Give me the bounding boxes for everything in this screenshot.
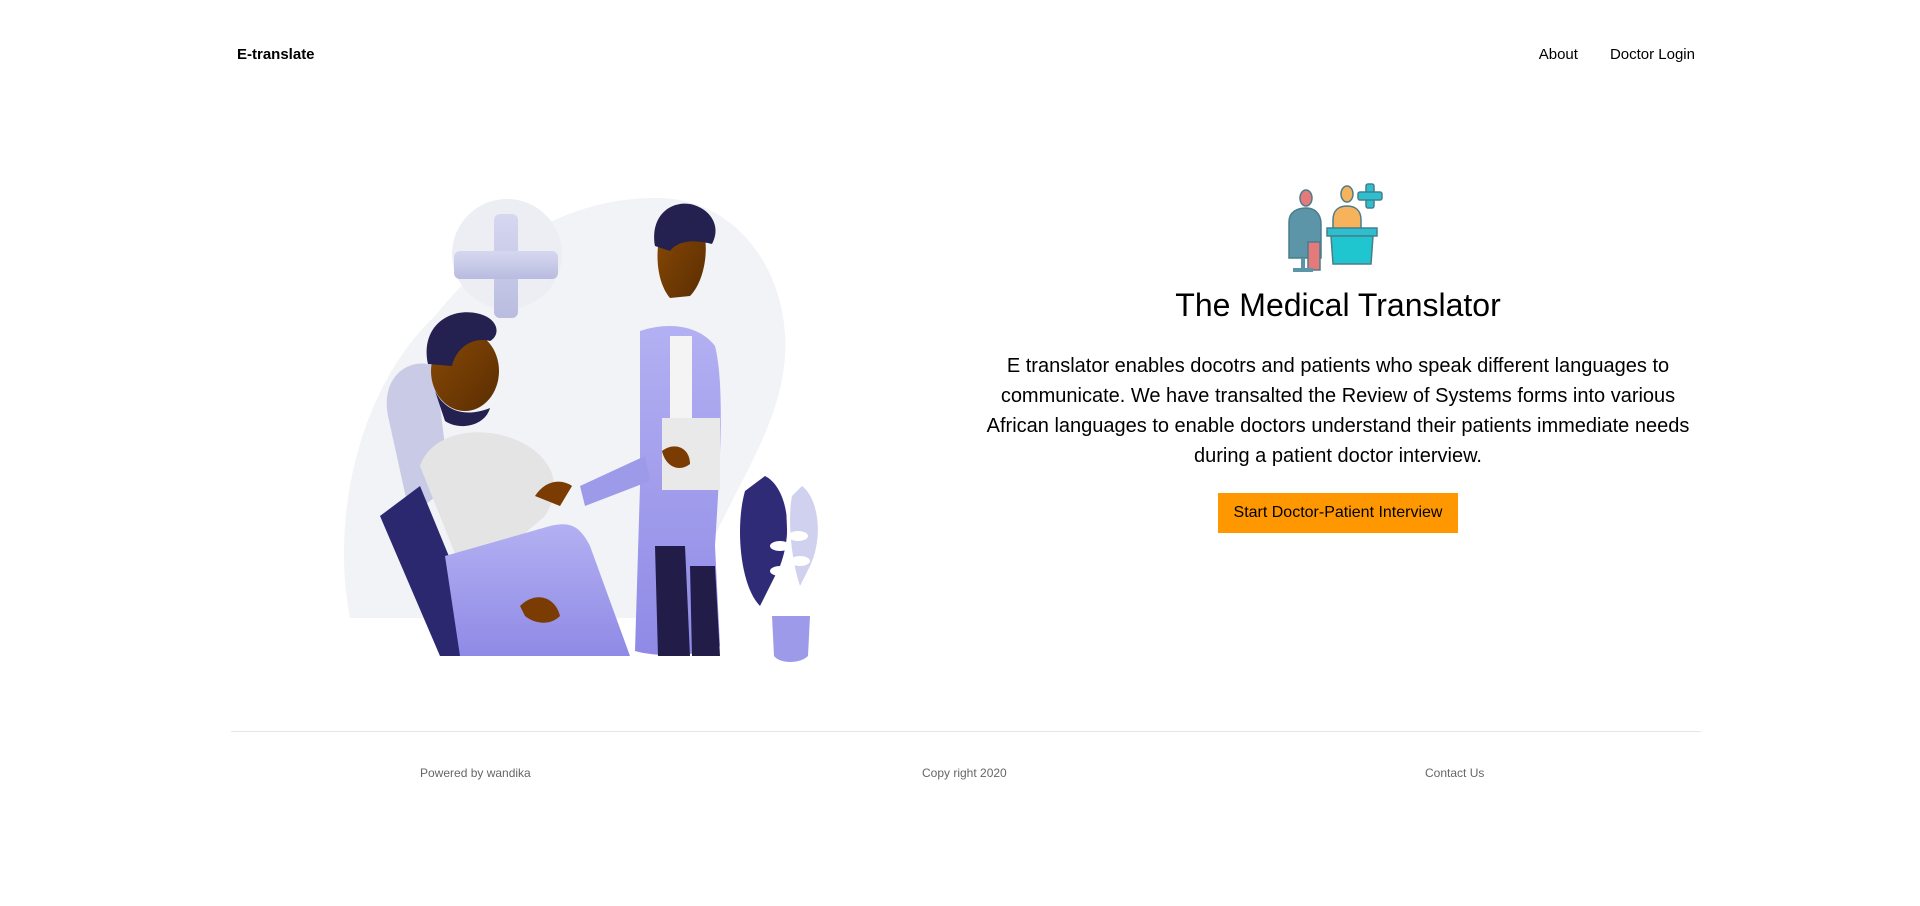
nav-links: About Doctor Login — [1539, 46, 1695, 63]
start-interview-button[interactable]: Start Doctor-Patient Interview — [1217, 493, 1459, 533]
nav-link-doctor-login[interactable]: Doctor Login — [1610, 46, 1695, 63]
footer-divider — [231, 731, 1701, 732]
footer-copyright: Copy right 2020 — [922, 766, 1007, 780]
brand-link[interactable]: E-translate — [237, 46, 315, 63]
hero-description: E translator enables docotrs and patient… — [986, 355, 1690, 467]
hero-section: The Medical Translator E translator enab… — [978, 180, 1698, 533]
doctor-patient-illustration — [340, 186, 850, 664]
footer-powered-by: Powered by wandika — [420, 766, 531, 780]
footer: Powered by wandika Copy right 2020 Conta… — [231, 766, 1701, 786]
page-title: The Medical Translator — [1175, 287, 1501, 323]
doctor-patient-consultation-icon — [1283, 180, 1393, 274]
nav-link-about[interactable]: About — [1539, 46, 1578, 63]
navbar: E-translate About Doctor Login — [237, 44, 1695, 68]
footer-contact-link[interactable]: Contact Us — [1425, 766, 1484, 780]
